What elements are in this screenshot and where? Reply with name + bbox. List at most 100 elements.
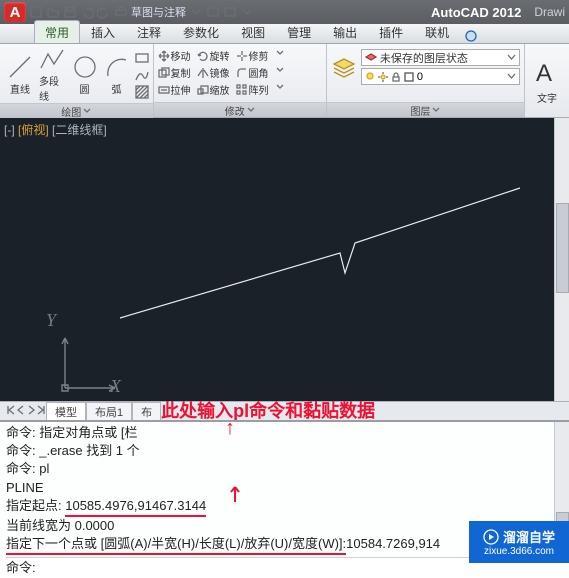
- tab-annotate[interactable]: 注释: [126, 20, 172, 43]
- dropdown-icon[interactable]: [275, 65, 285, 75]
- cmd-seg: 点或 [圆弧(A)/半宽(H)/长度(L)/放弃(U)/宽度(W)]:: [71, 536, 346, 551]
- fillet-button[interactable]: 圆角: [236, 65, 269, 80]
- text-button[interactable]: A 文字: [529, 59, 565, 105]
- scale-label: 缩放: [210, 82, 230, 97]
- trim-label: 修剪: [249, 48, 269, 63]
- tab-layout1[interactable]: 布局1: [86, 402, 132, 421]
- panel-layer: 未保存的图层状态 0 图层: [327, 44, 525, 117]
- print-icon[interactable]: [114, 5, 128, 19]
- tab-plugins[interactable]: 插件: [368, 20, 414, 43]
- array-button[interactable]: 阵列: [236, 82, 269, 97]
- tab-prev-icon[interactable]: [16, 405, 26, 418]
- tab-insert[interactable]: 插入: [80, 20, 126, 43]
- ribbon: 直线 多段线 圆 弧 绘图 移动 旋转 修剪 复制 镜像 圆角: [0, 44, 569, 118]
- text-label: 文字: [537, 90, 557, 105]
- tab-next-icon[interactable]: [26, 405, 36, 418]
- line-icon: [7, 54, 33, 80]
- expand-icon: [432, 106, 440, 114]
- chevron-down-icon: [507, 72, 516, 81]
- panel-annotate: A 文字: [525, 44, 569, 117]
- viewport-controls[interactable]: [-] [俯视] [二维线框]: [4, 121, 107, 138]
- arc-icon: [104, 54, 130, 80]
- circle-icon: [72, 54, 98, 80]
- tab-parametric[interactable]: 参数化: [172, 20, 230, 43]
- layer-combo[interactable]: 0: [361, 68, 520, 85]
- tab-home[interactable]: 常用: [34, 20, 80, 43]
- polyline-entity: [110, 168, 530, 328]
- canvas-scrollbar[interactable]: [554, 118, 569, 401]
- cmd-coords: 10584.7269,914: [346, 536, 440, 551]
- tab-last-icon[interactable]: [36, 405, 46, 418]
- undo-icon[interactable]: [80, 5, 94, 19]
- spline-icon[interactable]: [135, 68, 149, 82]
- ucs-icon: [60, 333, 120, 393]
- rotate-label: 旋转: [210, 48, 230, 63]
- panel-draw-title[interactable]: 绘图: [0, 103, 153, 118]
- dropdown-icon[interactable]: [275, 82, 285, 92]
- app-logo[interactable]: A: [4, 2, 26, 22]
- scale-button[interactable]: 缩放: [197, 82, 230, 97]
- polyline-button[interactable]: 多段线: [36, 46, 69, 103]
- expand-icon: [247, 106, 255, 114]
- tab-online[interactable]: 联机: [414, 20, 460, 43]
- tab-info-icon[interactable]: [464, 29, 478, 43]
- new-icon[interactable]: [29, 5, 43, 19]
- workspace-label[interactable]: 草图与注释: [131, 4, 186, 20]
- line-button[interactable]: 直线: [4, 54, 36, 96]
- layer-props-icon[interactable]: [331, 54, 357, 80]
- cmd-line: 指定起点: 10585.4976,91467.3144: [6, 497, 563, 517]
- mirror-label: 镜像: [210, 65, 230, 80]
- watermark-url: zixue.3d66.com: [484, 546, 554, 557]
- color-icon: [404, 72, 414, 82]
- ucs-y-label: Y: [46, 310, 56, 331]
- circle-button[interactable]: 圆: [69, 54, 101, 96]
- polyline-label: 多段线: [39, 73, 66, 103]
- watermark: 溜溜自学 zixue.3d66.com: [469, 521, 569, 563]
- array-label: 阵列: [249, 82, 269, 97]
- tab-manage[interactable]: 管理: [276, 20, 322, 43]
- arrow-icon: [228, 484, 242, 504]
- expand-icon: [83, 107, 91, 115]
- qat-more-icon[interactable]: [206, 5, 220, 19]
- mirror-button[interactable]: 镜像: [197, 65, 230, 80]
- copy-label: 复制: [171, 65, 191, 80]
- panel-modify-title[interactable]: 修改: [154, 102, 326, 117]
- tab-model[interactable]: 模型: [46, 402, 86, 421]
- open-icon[interactable]: [46, 5, 60, 19]
- ribbon-tabs: 常用 插入 注释 参数化 视图 管理 输出 插件 联机: [0, 24, 569, 44]
- drawing-canvas[interactable]: [-] [俯视] [二维线框] Y X: [0, 118, 569, 401]
- panel-modify: 移动 旋转 修剪 复制 镜像 圆角 拉伸 缩放 阵列 修改: [154, 44, 327, 117]
- rotate-button[interactable]: 旋转: [197, 48, 230, 63]
- stretch-icon: [158, 84, 170, 96]
- cmd-prompt: 指定起点:: [6, 498, 65, 513]
- arc-button[interactable]: 弧: [101, 54, 133, 96]
- hatch-icon[interactable]: [135, 85, 149, 99]
- tab-first-icon[interactable]: [6, 405, 16, 418]
- rotate-icon: [197, 50, 209, 62]
- stretch-button[interactable]: 拉伸: [158, 82, 191, 97]
- chevron-down-icon[interactable]: [189, 5, 203, 19]
- tab-output[interactable]: 输出: [322, 20, 368, 43]
- tab-layout2[interactable]: 布: [132, 402, 161, 421]
- trim-button[interactable]: 修剪: [236, 48, 269, 63]
- vc-style: [二维线框]: [49, 123, 107, 137]
- cmd-line: 命令: 指定对角点或 [栏: [6, 424, 563, 442]
- vc-view: [俯视]: [18, 123, 49, 137]
- layer-state-combo[interactable]: 未保存的图层状态: [361, 49, 520, 66]
- qat-dropdown-icon[interactable]: [240, 5, 254, 19]
- arrow-icon: ↑: [225, 414, 235, 442]
- move-button[interactable]: 移动: [158, 48, 191, 63]
- save-icon[interactable]: [63, 5, 77, 19]
- qat-opt-icon[interactable]: [223, 5, 237, 19]
- cmd-line: PLINE: [6, 479, 563, 497]
- dropdown-icon[interactable]: [275, 48, 285, 58]
- fillet-icon: [236, 67, 248, 79]
- redo-icon[interactable]: [97, 5, 111, 19]
- panel-layer-title[interactable]: 图层: [327, 102, 524, 117]
- file-name: Drawi: [534, 5, 565, 19]
- copy-button[interactable]: 复制: [158, 65, 191, 80]
- command-input[interactable]: [39, 559, 459, 577]
- tab-view[interactable]: 视图: [230, 20, 276, 43]
- trim-icon: [236, 50, 248, 62]
- rect-icon[interactable]: [135, 51, 149, 65]
